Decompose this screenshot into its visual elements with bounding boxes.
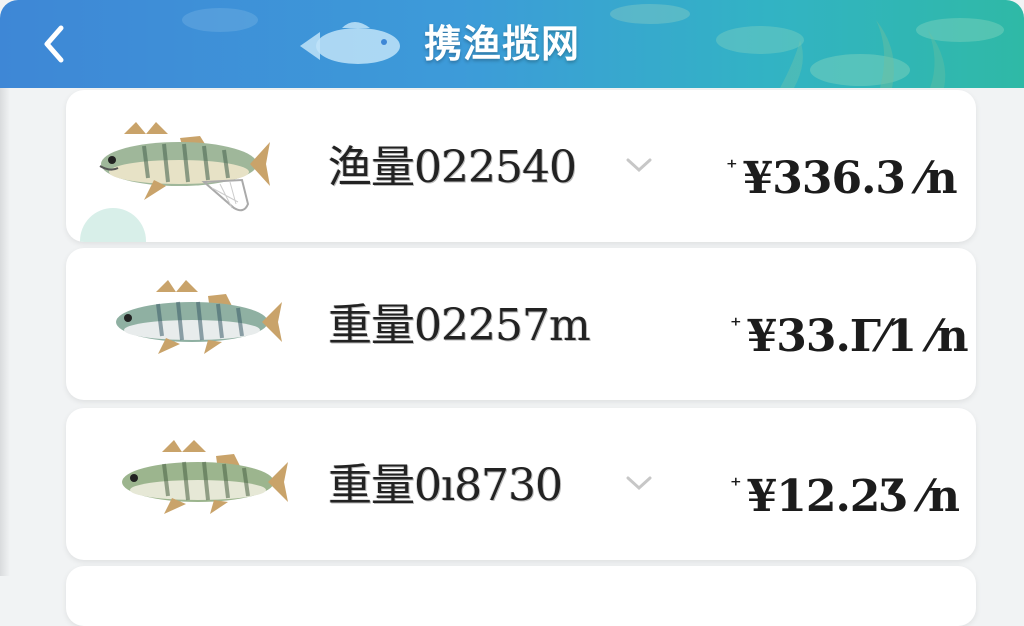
perch-icon bbox=[116, 280, 282, 354]
list-item[interactable]: 重量0ı8730 ⁺ ¥12.2Ʒ ⁄n bbox=[66, 408, 976, 560]
back-button[interactable] bbox=[28, 18, 80, 70]
price-value: ¥33.Γ⁄1 ⁄n bbox=[746, 311, 969, 362]
item-label: 重量0ı8730 bbox=[328, 460, 563, 511]
item-price: ⁺ ¥12.2Ʒ ⁄n bbox=[730, 458, 960, 522]
chevron-left-icon bbox=[44, 25, 64, 63]
app-header: 携渔揽网 bbox=[0, 0, 1024, 88]
price-value: ¥12.2Ʒ ⁄n bbox=[746, 471, 960, 522]
price-value: ¥336.3 ⁄n bbox=[742, 153, 958, 204]
list-item[interactable]: 重量02257m ⁺ ¥33.Γ⁄1 ⁄n bbox=[66, 248, 976, 400]
item-label: 渔量022540 bbox=[328, 142, 577, 193]
fish-logo-icon bbox=[300, 22, 400, 64]
perch-icon bbox=[122, 440, 288, 514]
item-label: 重量02257m bbox=[328, 300, 591, 351]
chevron-down-icon[interactable] bbox=[624, 472, 654, 496]
price-mark: ⁺ bbox=[730, 313, 742, 339]
page-title: 携渔揽网 bbox=[424, 22, 581, 66]
price-mark: ⁺ bbox=[726, 155, 738, 181]
chevron-down-icon[interactable] bbox=[624, 154, 654, 178]
item-price: ⁺ ¥33.Γ⁄1 ⁄n bbox=[730, 298, 969, 362]
item-price: ⁺ ¥336.3 ⁄n bbox=[726, 140, 958, 204]
price-mark: ⁺ bbox=[730, 473, 742, 499]
catch-list: 渔量022540 ⁺ ¥336.3 ⁄n 重量02257m ⁺ ¥33.Γ⁄1 ⁄n bbox=[0, 88, 1024, 626]
list-item[interactable] bbox=[66, 566, 976, 626]
perch-with-net-icon bbox=[99, 122, 270, 212]
list-item[interactable]: 渔量022540 ⁺ ¥336.3 ⁄n bbox=[66, 90, 976, 242]
